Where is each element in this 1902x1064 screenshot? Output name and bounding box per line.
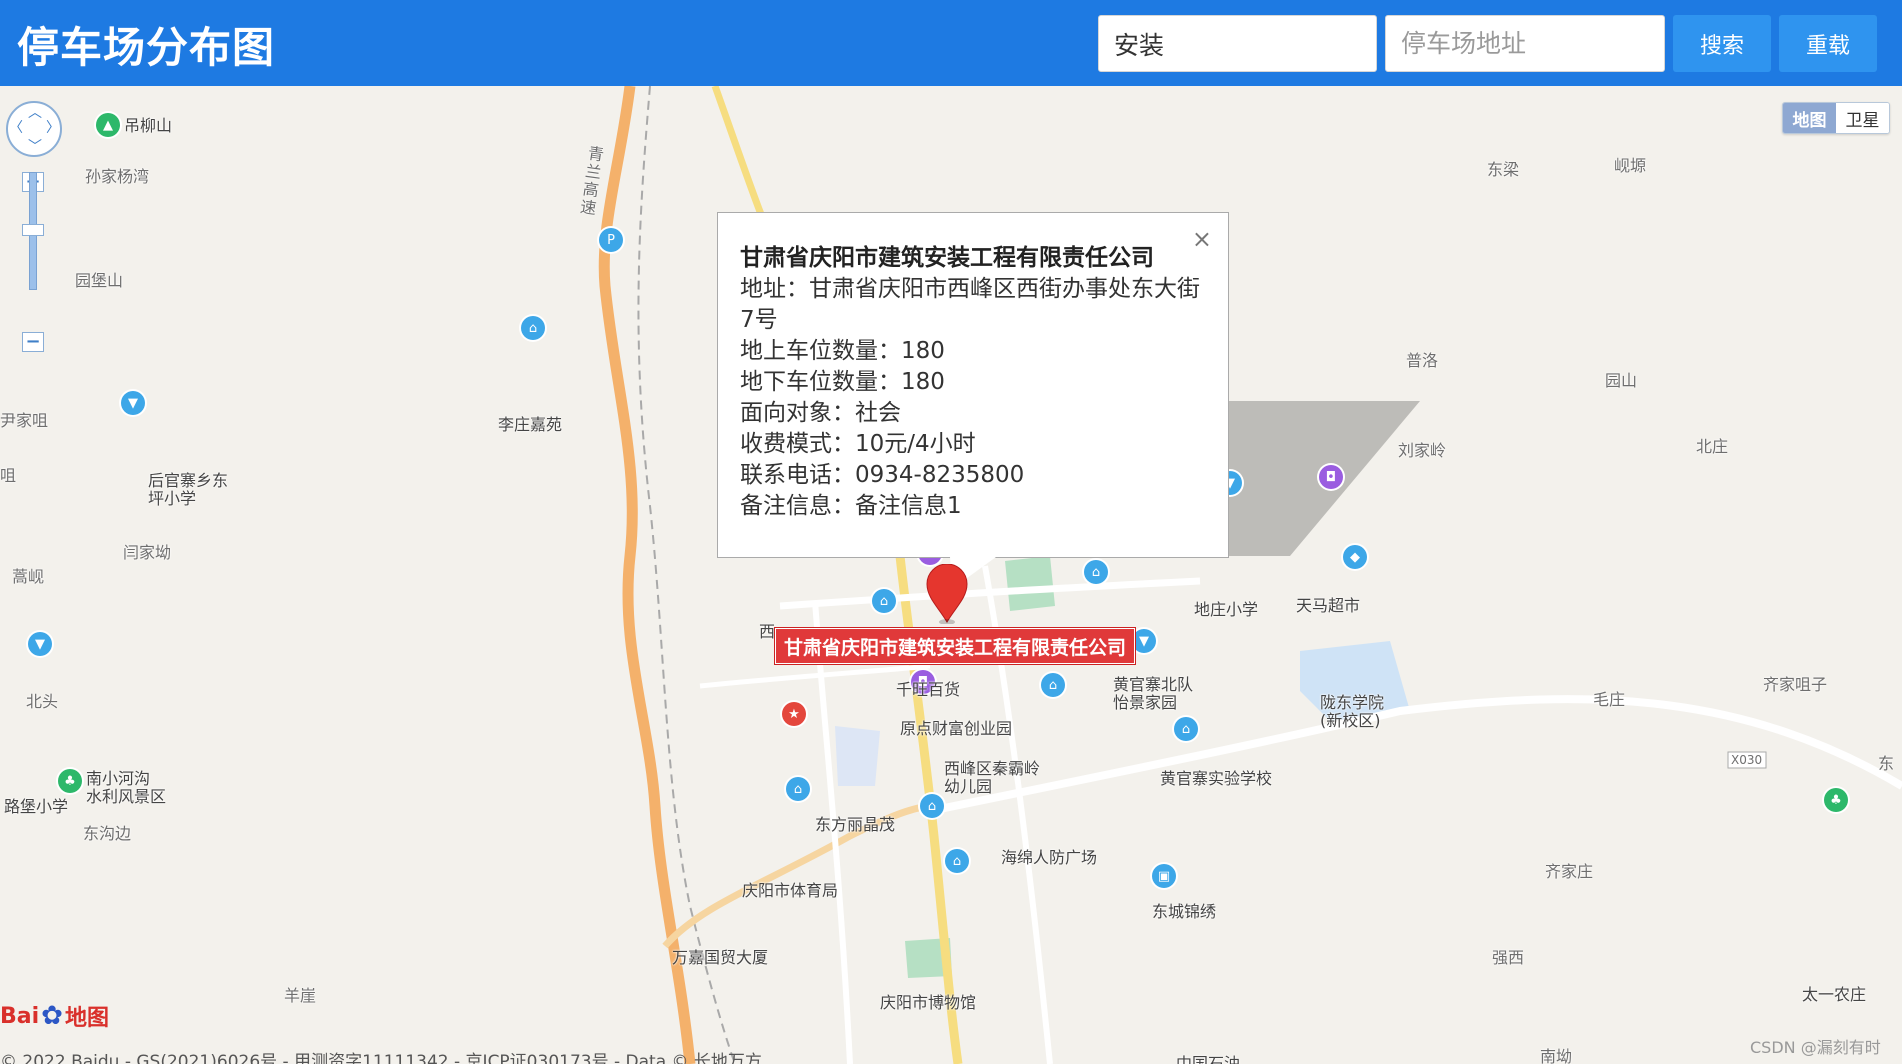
place-label: 刘家岭 bbox=[1398, 441, 1447, 460]
place-label: 孙家杨湾 bbox=[85, 167, 150, 186]
info-note: 备注信息：备注信息1 bbox=[740, 493, 962, 519]
school-icon[interactable]: ▼ bbox=[121, 391, 145, 415]
place-label: 蒿岘 bbox=[12, 567, 45, 586]
place-label: 咀 bbox=[0, 466, 17, 485]
search-button[interactable]: 搜索 bbox=[1673, 15, 1771, 72]
marker-label[interactable]: 甘肃省庆阳市建筑安装工程有限责任公司 bbox=[775, 628, 1136, 664]
place-label: 千旺百货 bbox=[896, 680, 961, 699]
place-label: 黄官寨实验学校 bbox=[1160, 769, 1273, 788]
reload-button[interactable]: 重载 bbox=[1779, 15, 1877, 72]
place-label: 天马超市 bbox=[1296, 596, 1361, 615]
place-label: 坪小学 bbox=[148, 489, 197, 508]
place-label: 岘塬 bbox=[1614, 156, 1647, 175]
residence-icon[interactable]: ⌂ bbox=[521, 316, 545, 340]
info-ground-spaces: 地上车位数量：180 bbox=[740, 338, 945, 364]
place-label: 万嘉国贸大厦 bbox=[672, 948, 769, 967]
place-label: 海绵人防广场 bbox=[1001, 848, 1098, 867]
paw-icon: ✿ bbox=[41, 1001, 63, 1031]
place-label: 幼儿园 bbox=[944, 777, 993, 796]
place-label: 齐家庄 bbox=[1545, 862, 1594, 881]
watermark: CSDN @漏刻有时 bbox=[1750, 1038, 1881, 1057]
map-canvas[interactable]: ︿ ﹀ 〈 〉 + − 地图 卫星 ▲ P ⌂ ▼ ▼ ♣ ▼ ◘ ◆ ▣ ⌂ … bbox=[0, 86, 1902, 1064]
map-type-map[interactable]: 地图 bbox=[1783, 103, 1836, 133]
app-title: 停车场分布图 bbox=[17, 23, 276, 72]
app-header: 停车场分布图 搜索 重载 bbox=[0, 0, 1902, 86]
plaza-icon[interactable]: ⌂ bbox=[1041, 673, 1065, 697]
place-label: 普洛 bbox=[1406, 351, 1439, 370]
place-label: 羊崖 bbox=[284, 986, 317, 1005]
baidu-logo-text: Bai bbox=[0, 1003, 40, 1029]
map-type-control: 地图 卫星 bbox=[1782, 102, 1890, 134]
info-window-title: 甘肃省庆阳市建筑安装工程有限责任公司 bbox=[740, 245, 1154, 271]
place-label: 吊柳山 bbox=[124, 116, 173, 135]
info-fee: 收费模式：10元/4小时 bbox=[740, 431, 976, 457]
place-label: 南坳 bbox=[1540, 1047, 1573, 1064]
place-label: 中国石油 bbox=[1176, 1054, 1241, 1064]
keyword-input[interactable] bbox=[1098, 15, 1377, 72]
place-label: 南小河沟 bbox=[86, 769, 151, 788]
place-label: 后官寨乡东 bbox=[148, 471, 229, 490]
building-icon[interactable]: ⌂ bbox=[872, 589, 896, 613]
mountain-icon[interactable]: ▲ bbox=[96, 113, 120, 137]
place-label: 园山 bbox=[1605, 371, 1638, 390]
farm-icon[interactable]: ♣ bbox=[1824, 788, 1848, 812]
map-attribution: © 2022 Baidu - GS(2021)6026号 - 甲测资字11111… bbox=[0, 1052, 762, 1064]
university-icon[interactable]: ◆ bbox=[1343, 545, 1367, 569]
place-label: 毛庄 bbox=[1593, 690, 1626, 709]
gas-station-icon[interactable]: ▣ bbox=[1152, 864, 1176, 888]
place-label: 东梁 bbox=[1487, 160, 1520, 179]
place-label: 东方丽晶茂 bbox=[815, 815, 896, 834]
museum-icon[interactable]: ⌂ bbox=[920, 794, 944, 818]
place-label: 东城锦绣 bbox=[1152, 902, 1217, 921]
residence-icon[interactable]: ⌂ bbox=[1174, 717, 1198, 741]
place-label: 庆阳市博物馆 bbox=[880, 993, 977, 1012]
baidu-logo: Bai ✿ 地图 bbox=[0, 1000, 109, 1032]
place-label: 原点财富创业园 bbox=[900, 719, 1013, 738]
zoom-out-button[interactable]: − bbox=[22, 332, 44, 352]
school-icon[interactable]: ▼ bbox=[28, 632, 52, 656]
info-address: 地址：甘肃省庆阳市西峰区西街办事处东大街7号 bbox=[740, 276, 1200, 333]
info-window: × 甘肃省庆阳市建筑安装工程有限责任公司 地址：甘肃省庆阳市西峰区西街办事处东大… bbox=[717, 212, 1229, 558]
close-icon[interactable]: × bbox=[1192, 225, 1212, 253]
sports-bureau-icon[interactable]: ★ bbox=[782, 702, 806, 726]
school-icon[interactable]: ▼ bbox=[1132, 629, 1156, 653]
place-label: 怡景家园 bbox=[1113, 693, 1178, 712]
place-label: 西峰区秦霸岭 bbox=[944, 759, 1041, 778]
place-label: (新校区) bbox=[1320, 711, 1381, 730]
place-label: 强西 bbox=[1492, 948, 1525, 967]
place-label: 齐家咀子 bbox=[1763, 675, 1828, 694]
service-area-icon[interactable]: P bbox=[599, 228, 623, 252]
info-audience: 面向对象：社会 bbox=[740, 400, 901, 426]
residence-icon[interactable]: ⌂ bbox=[945, 849, 969, 873]
pan-control[interactable]: ︿ ﹀ 〈 〉 bbox=[6, 101, 62, 157]
map-type-satellite[interactable]: 卫星 bbox=[1836, 103, 1889, 133]
location-marker-icon[interactable] bbox=[925, 564, 969, 624]
road-code-label: X030 bbox=[1731, 753, 1763, 767]
shopping-icon[interactable]: ◘ bbox=[1319, 465, 1343, 489]
zoom-slider-handle[interactable] bbox=[22, 224, 44, 236]
place-label: 路堡小学 bbox=[4, 797, 69, 816]
info-phone: 联系电话：0934-8235800 bbox=[740, 462, 1025, 488]
place-label: 尹家咀 bbox=[0, 411, 49, 430]
residence-icon[interactable]: ⌂ bbox=[1084, 560, 1108, 584]
building-icon[interactable]: ⌂ bbox=[786, 777, 810, 801]
place-label: 北头 bbox=[26, 692, 59, 711]
place-label: 水利风景区 bbox=[86, 787, 167, 806]
place-label: 园堡山 bbox=[75, 271, 124, 290]
place-label: 东沟边 bbox=[83, 824, 132, 843]
scenic-icon[interactable]: ♣ bbox=[58, 769, 82, 793]
place-label: 闫家坳 bbox=[123, 543, 172, 562]
info-underground-spaces: 地下车位数量：180 bbox=[740, 369, 945, 395]
place-label: 陇东学院 bbox=[1320, 693, 1385, 712]
place-label: 太一农庄 bbox=[1802, 985, 1867, 1004]
place-label: 东 bbox=[1878, 754, 1895, 773]
place-label: 西 bbox=[759, 622, 776, 641]
address-input[interactable] bbox=[1385, 15, 1665, 72]
place-label: 地庄小学 bbox=[1194, 600, 1259, 619]
place-label: 李庄嘉苑 bbox=[498, 415, 563, 434]
place-label: 北庄 bbox=[1696, 437, 1729, 456]
place-label: 黄官寨北队 bbox=[1113, 675, 1194, 694]
baidu-logo-text2: 地图 bbox=[64, 1006, 109, 1031]
place-label: 庆阳市体育局 bbox=[742, 881, 839, 900]
